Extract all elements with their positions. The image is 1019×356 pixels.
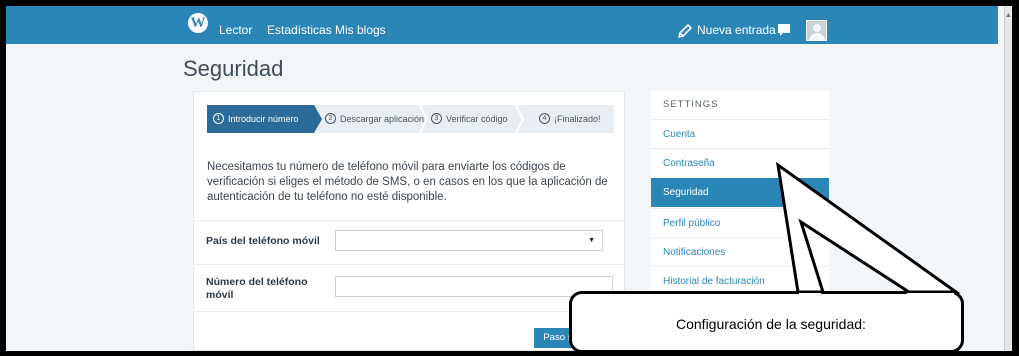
- page-title: Seguridad: [183, 56, 284, 81]
- new-post-label: Nueva entrada: [697, 23, 776, 37]
- step-label: Descargar aplicación: [340, 114, 425, 124]
- settings-item-contrasena[interactable]: Contraseña: [651, 148, 829, 177]
- settings-item-cuenta[interactable]: Cuenta: [651, 119, 829, 148]
- chevron-right-icon: [419, 105, 428, 133]
- nav-estadisticas[interactable]: Estadísticas: [267, 23, 332, 37]
- step-number: 2: [325, 113, 336, 125]
- frame-border-bottom: [0, 351, 1019, 356]
- avatar[interactable]: [806, 20, 827, 41]
- frame-border-top: [0, 0, 1019, 6]
- step-number: 1: [213, 113, 224, 125]
- notifications-comment-icon[interactable]: [777, 23, 791, 37]
- step-number: 4: [539, 113, 550, 125]
- step-label: Introducir número: [228, 114, 299, 124]
- wordpress-logo-icon[interactable]: W: [188, 13, 208, 33]
- country-row: País del teléfono móvil ▼: [194, 220, 624, 264]
- dropdown-arrow-icon: ▼: [588, 237, 595, 244]
- vertical-scrollbar[interactable]: [1004, 6, 1012, 351]
- new-post-button[interactable]: Nueva entrada: [676, 21, 776, 39]
- settings-heading: SETTINGS: [663, 99, 719, 110]
- frame-border-right: [1012, 0, 1019, 356]
- step-descargar-aplicacion: 2 Descargar aplicación: [325, 105, 424, 133]
- active-step-arrow: [314, 105, 322, 133]
- country-select[interactable]: ▼: [335, 230, 603, 251]
- step-progress-bar: 1 Introducir número 2 Descargar aplicación…: [207, 105, 614, 133]
- step-number: 3: [431, 113, 442, 125]
- avatar-body-shape: [809, 33, 825, 40]
- step-finalizado: 4 ¡Finalizado!: [539, 105, 601, 133]
- annotation-text: Configuración de la seguridad:: [676, 316, 866, 332]
- nav-mis-blogs[interactable]: Mis blogs: [335, 23, 386, 37]
- nav-lector[interactable]: Lector: [219, 23, 252, 37]
- settings-item-seguridad[interactable]: Seguridad: [651, 178, 829, 207]
- chevron-right-icon: [515, 105, 524, 133]
- country-label: País del teléfono móvil: [206, 235, 320, 247]
- scroll-up-arrow-icon[interactable]: ▲: [1005, 12, 1012, 20]
- annotation-callout: Configuración de la seguridad:: [569, 291, 964, 353]
- frame-border-left: [0, 0, 6, 356]
- avatar-head-shape: [813, 24, 821, 32]
- screenshot-frame: W Lector Estadísticas Mis blogs Nueva en…: [0, 0, 1019, 356]
- masterbar: W Lector Estadísticas Mis blogs Nueva en…: [0, 6, 998, 44]
- step-verificar-codigo: 3 Verificar código: [431, 105, 508, 133]
- phone-label: Número del teléfono móvil: [206, 276, 308, 301]
- step-introducir-numero: 1 Introducir número: [207, 105, 314, 133]
- settings-item-notificaciones[interactable]: Notificaciones: [651, 237, 829, 266]
- two-step-card: 1 Introducir número 2 Descargar aplicación…: [193, 91, 625, 351]
- pencil-icon: [678, 24, 692, 38]
- phone-row: Número del teléfono móvil: [194, 264, 624, 312]
- step-label: ¡Finalizado!: [554, 114, 601, 124]
- step-label: Verificar código: [446, 114, 508, 124]
- settings-item-perfil-publico[interactable]: Perfil público: [651, 208, 829, 237]
- phone-number-input[interactable]: [335, 276, 613, 297]
- intro-text: Necesitamos tu número de teléfono móvil …: [207, 161, 608, 203]
